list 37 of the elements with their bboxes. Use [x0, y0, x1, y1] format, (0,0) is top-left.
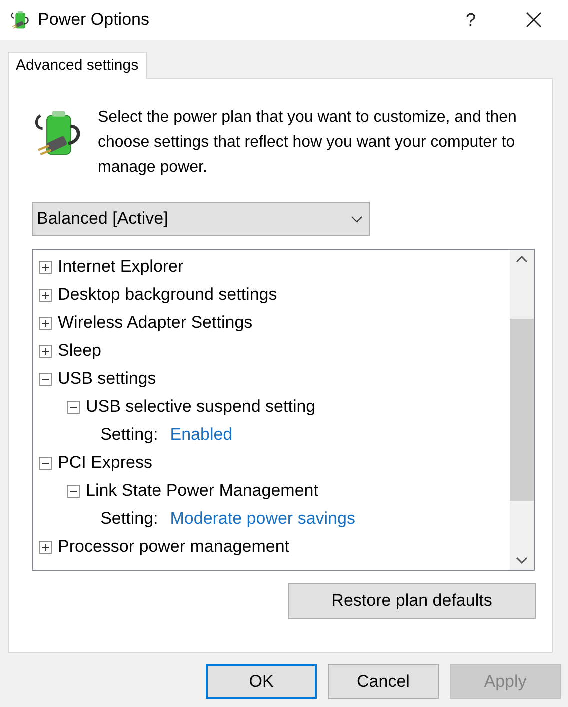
collapse-icon[interactable]	[67, 484, 80, 498]
tree-item[interactable]: USB selective suspend setting	[86, 397, 316, 417]
expand-icon[interactable]	[39, 288, 52, 302]
tree-item[interactable]: Link State Power Management	[86, 481, 318, 501]
plan-dropdown[interactable]: Balanced [Active]	[32, 202, 370, 236]
dialog-button[interactable]: Cancel	[328, 664, 439, 699]
restore-defaults-button[interactable]: Restore plan defaults	[288, 583, 536, 619]
expand-icon[interactable]	[39, 540, 52, 554]
intro-text: Select the power plan that you want to customize, and then choose settings that reflect how you want your computer to manage power.	[98, 108, 518, 178]
collapse-icon[interactable]	[67, 400, 80, 414]
scroll-up-icon[interactable]	[516, 256, 528, 263]
expand-icon[interactable]	[39, 344, 52, 358]
tab[interactable]: Advanced settings	[8, 52, 147, 79]
dialog-button[interactable]: OK	[206, 664, 317, 699]
chevron-down-icon	[351, 216, 363, 222]
tree-item[interactable]: Desktop background settings	[58, 285, 278, 305]
tree-item[interactable]: Internet Explorer	[58, 257, 184, 277]
collapse-icon[interactable]	[39, 456, 52, 470]
help-button[interactable]: ?	[446, 10, 496, 30]
setting-value[interactable]: Enabled	[170, 425, 233, 445]
tree-item[interactable]: USB settings	[58, 369, 156, 389]
tree-item[interactable]: Sleep	[58, 341, 102, 361]
tree-item[interactable]: Wireless Adapter Settings	[58, 313, 253, 333]
window-title: Power Options	[38, 10, 150, 30]
setting-label: Setting:	[100, 509, 158, 529]
setting-value[interactable]: Moderate power savings	[170, 509, 356, 529]
expand-icon[interactable]	[39, 260, 52, 274]
collapse-icon[interactable]	[39, 372, 52, 386]
battery-plug-icon	[10, 9, 32, 31]
scroll-thumb[interactable]	[510, 319, 534, 501]
scrollbar[interactable]	[510, 250, 534, 570]
setting-label: Setting:	[100, 425, 158, 445]
scroll-down-icon[interactable]	[516, 557, 528, 564]
expand-icon[interactable]	[39, 316, 52, 330]
close-icon[interactable]	[526, 12, 542, 28]
tree-item[interactable]: PCI Express	[58, 453, 152, 473]
tree-item[interactable]: Processor power management	[58, 537, 290, 557]
